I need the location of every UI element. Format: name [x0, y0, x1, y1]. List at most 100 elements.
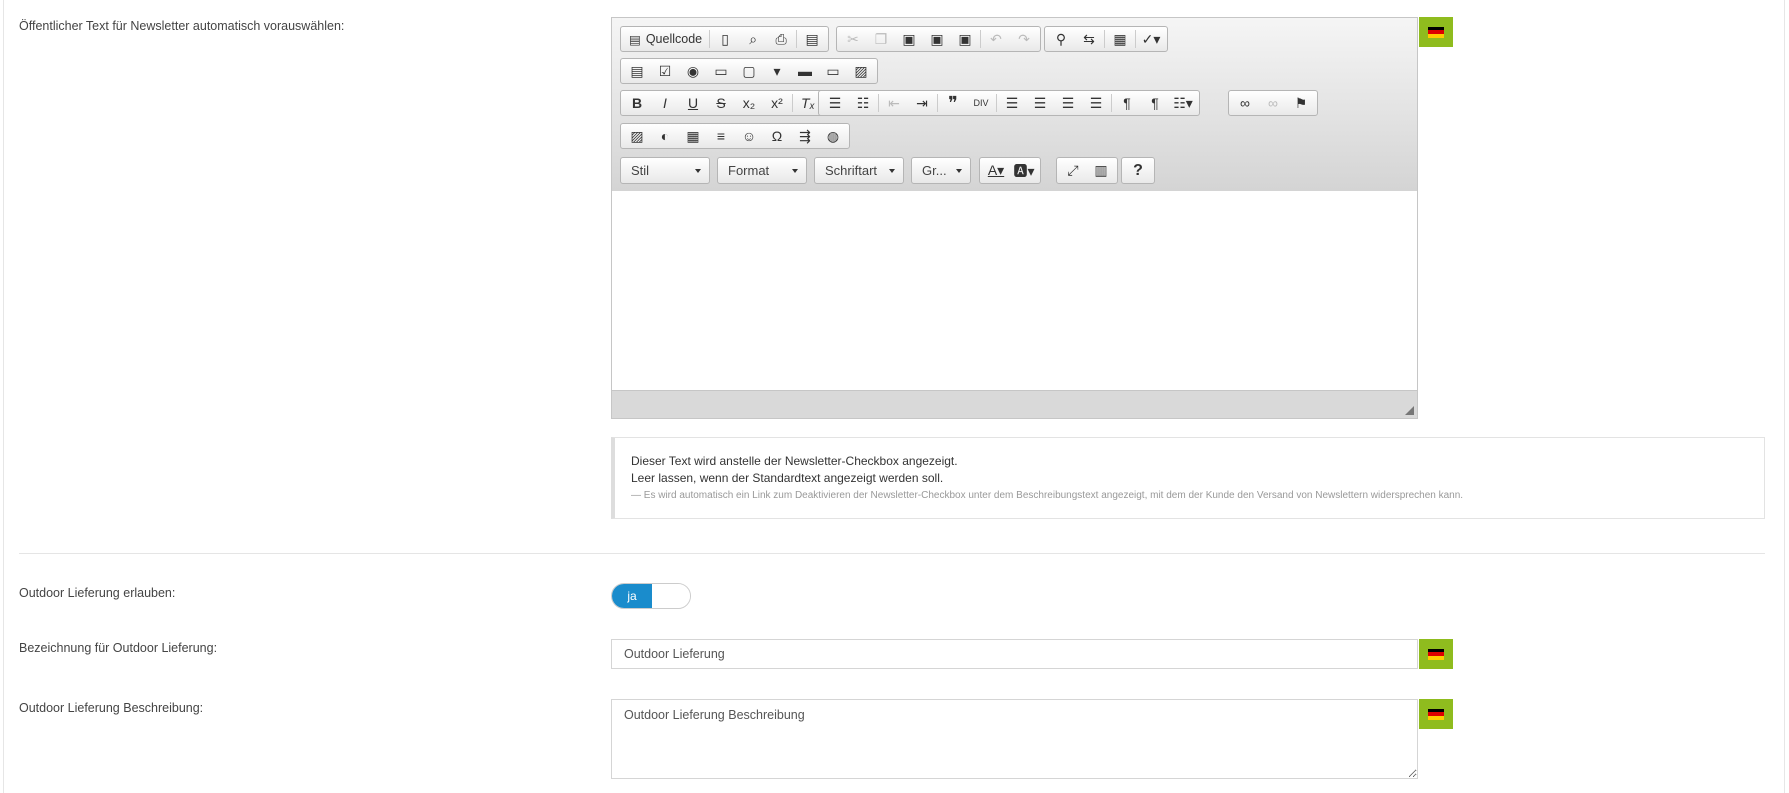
rtl-icon[interactable]: ¶ [1141, 91, 1169, 115]
language-flag-de-icon[interactable] [1419, 17, 1453, 47]
superscript-icon[interactable]: x² [763, 91, 791, 115]
image-icon[interactable]: ▨ [623, 124, 651, 148]
tools-group: ⤢ ▥ [1056, 157, 1118, 184]
radio-icon[interactable]: ◉ [679, 59, 707, 83]
textfield-icon[interactable]: ▭ [707, 59, 735, 83]
clipboard-group: ✂ ❐ ▣ ▣ ▣ ↶ ↷ [836, 26, 1041, 52]
find-icon[interactable]: ⚲ [1047, 27, 1075, 51]
font-size-dropdown[interactable]: Gr... [911, 157, 971, 184]
style-dropdown-label: Stil [631, 163, 650, 178]
table-icon[interactable]: ▦ [679, 124, 707, 148]
bold-icon[interactable]: B [623, 91, 651, 115]
outdent-icon[interactable]: ⇤ [880, 91, 908, 115]
newsletter-text-label: Öffentlicher Text für Newsletter automat… [19, 19, 345, 33]
div-icon[interactable]: DIV [967, 91, 995, 115]
editor-toolbar: ▤ Quellcode ▯ ⌕ ⎙ ▤ ✂ ❐ ▣ ▣ ▣ ↶ ↷ ⚲ ⇆ ▦ [612, 18, 1417, 192]
chevron-down-icon [956, 169, 962, 173]
select-field-icon[interactable]: ▾ [763, 59, 791, 83]
source-icon: ▤ [629, 32, 641, 47]
chevron-down-icon [792, 169, 798, 173]
format-dropdown[interactable]: Format [717, 157, 807, 184]
font-dropdown[interactable]: Schriftart [814, 157, 904, 184]
link-icon[interactable]: ∞ [1231, 91, 1259, 115]
image-button-icon[interactable]: ▭ [819, 59, 847, 83]
toggle-off-part [652, 584, 690, 608]
paragraph-group: ☰ ☷ ⇤ ⇥ ❞ DIV ☰ ☰ ☰ ☰ ¶ ¶ ☷▾ [818, 90, 1200, 116]
button-field-icon[interactable]: ▬ [791, 59, 819, 83]
links-group: ∞ ∞ ⚑ [1228, 90, 1318, 116]
copy-icon[interactable]: ❐ [867, 27, 895, 51]
rich-text-editor: ▤ Quellcode ▯ ⌕ ⎙ ▤ ✂ ❐ ▣ ▣ ▣ ↶ ↷ ⚲ ⇆ ▦ [611, 17, 1418, 419]
source-button[interactable]: ▤ Quellcode [623, 27, 708, 51]
smiley-icon[interactable]: ☺ [735, 124, 763, 148]
editor-content-area[interactable] [612, 191, 1417, 391]
text-color-icon[interactable]: A▾ [982, 159, 1010, 183]
ltr-icon[interactable]: ¶ [1113, 91, 1141, 115]
align-left-icon[interactable]: ☰ [998, 91, 1026, 115]
page-break-icon[interactable]: ⇶ [791, 124, 819, 148]
form-icon[interactable]: ▤ [623, 59, 651, 83]
underline-icon[interactable]: U [679, 91, 707, 115]
background-color-icon[interactable]: 🅰▾ [1010, 159, 1038, 183]
insert-group: ▨ ◐ ▦ ≡ ☺ Ω ⇶ ◍ [620, 123, 850, 149]
checkbox-icon[interactable]: ☑ [651, 59, 679, 83]
outdoor-allow-toggle[interactable]: ja [611, 583, 691, 609]
horizontal-line-icon[interactable]: ≡ [707, 124, 735, 148]
help-box: Dieser Text wird anstelle der Newsletter… [611, 437, 1765, 519]
outdoor-description-label: Outdoor Lieferung Beschreibung: [19, 701, 204, 715]
format-dropdown-label: Format [728, 163, 770, 178]
resize-handle-icon[interactable] [1405, 406, 1414, 415]
style-dropdown[interactable]: Stil [620, 157, 710, 184]
redo-icon[interactable]: ↷ [1010, 27, 1038, 51]
help-line-2: Leer lassen, wenn der Standardtext angez… [631, 471, 944, 485]
basic-styles-group: B I U S x₂ x² Tₓ [620, 90, 825, 116]
outdoor-name-field[interactable] [611, 639, 1418, 669]
paste-word-icon[interactable]: ▣ [951, 27, 979, 51]
language-flag-de-icon[interactable] [1419, 639, 1453, 669]
textarea-icon[interactable]: ▢ [735, 59, 763, 83]
bulleted-list-icon[interactable]: ☷ [849, 91, 877, 115]
outdoor-description-field[interactable]: Outdoor Lieferung Beschreibung [611, 699, 1418, 779]
section-divider [19, 553, 1765, 554]
maximize-icon[interactable]: ⤢ [1059, 159, 1087, 183]
subscript-icon[interactable]: x₂ [735, 91, 763, 115]
new-page-icon[interactable]: ▯ [711, 27, 739, 51]
language-icon[interactable]: ☷▾ [1169, 91, 1197, 115]
paste-text-icon[interactable]: ▣ [923, 27, 951, 51]
font-size-dropdown-label: Gr... [922, 163, 947, 178]
special-char-icon[interactable]: Ω [763, 124, 791, 148]
help-note: — Es wird automatisch ein Link zum Deakt… [631, 490, 1464, 501]
align-center-icon[interactable]: ☰ [1026, 91, 1054, 115]
undo-icon[interactable]: ↶ [982, 27, 1010, 51]
justify-icon[interactable]: ☰ [1082, 91, 1110, 115]
select-all-icon[interactable]: ▦ [1106, 27, 1134, 51]
replace-icon[interactable]: ⇆ [1075, 27, 1103, 51]
about-group: ? [1121, 157, 1155, 184]
editing-group: ⚲ ⇆ ▦ ✓▾ [1044, 26, 1168, 52]
indent-icon[interactable]: ⇥ [908, 91, 936, 115]
chevron-down-icon [695, 169, 701, 173]
anchor-flag-icon[interactable]: ⚑ [1287, 91, 1315, 115]
show-blocks-icon[interactable]: ▥ [1087, 159, 1115, 183]
help-button[interactable]: ? [1124, 159, 1152, 183]
templates-icon[interactable]: ▤ [798, 27, 826, 51]
forms-group: ▤ ☑ ◉ ▭ ▢ ▾ ▬ ▭ ▨ [620, 58, 878, 84]
source-label: Quellcode [645, 32, 703, 46]
blockquote-icon[interactable]: ❞ [939, 91, 967, 115]
italic-icon[interactable]: I [651, 91, 679, 115]
print-icon[interactable]: ⎙ [767, 27, 795, 51]
cut-icon[interactable]: ✂ [839, 27, 867, 51]
iframe-globe-icon[interactable]: ◍ [819, 124, 847, 148]
unlink-icon[interactable]: ∞ [1259, 91, 1287, 115]
paste-icon[interactable]: ▣ [895, 27, 923, 51]
preview-icon[interactable]: ⌕ [739, 27, 767, 51]
outdoor-allow-label: Outdoor Lieferung erlauben: [19, 586, 176, 600]
numbered-list-icon[interactable]: ☰ [821, 91, 849, 115]
align-right-icon[interactable]: ☰ [1054, 91, 1082, 115]
strike-icon[interactable]: S [707, 91, 735, 115]
language-flag-de-icon[interactable] [1419, 699, 1453, 729]
spellcheck-icon[interactable]: ✓▾ [1137, 27, 1165, 51]
hidden-field-icon[interactable]: ▨ [847, 59, 875, 83]
outdoor-name-label: Bezeichnung für Outdoor Lieferung: [19, 641, 218, 655]
flash-icon[interactable]: ◐ [651, 124, 679, 148]
